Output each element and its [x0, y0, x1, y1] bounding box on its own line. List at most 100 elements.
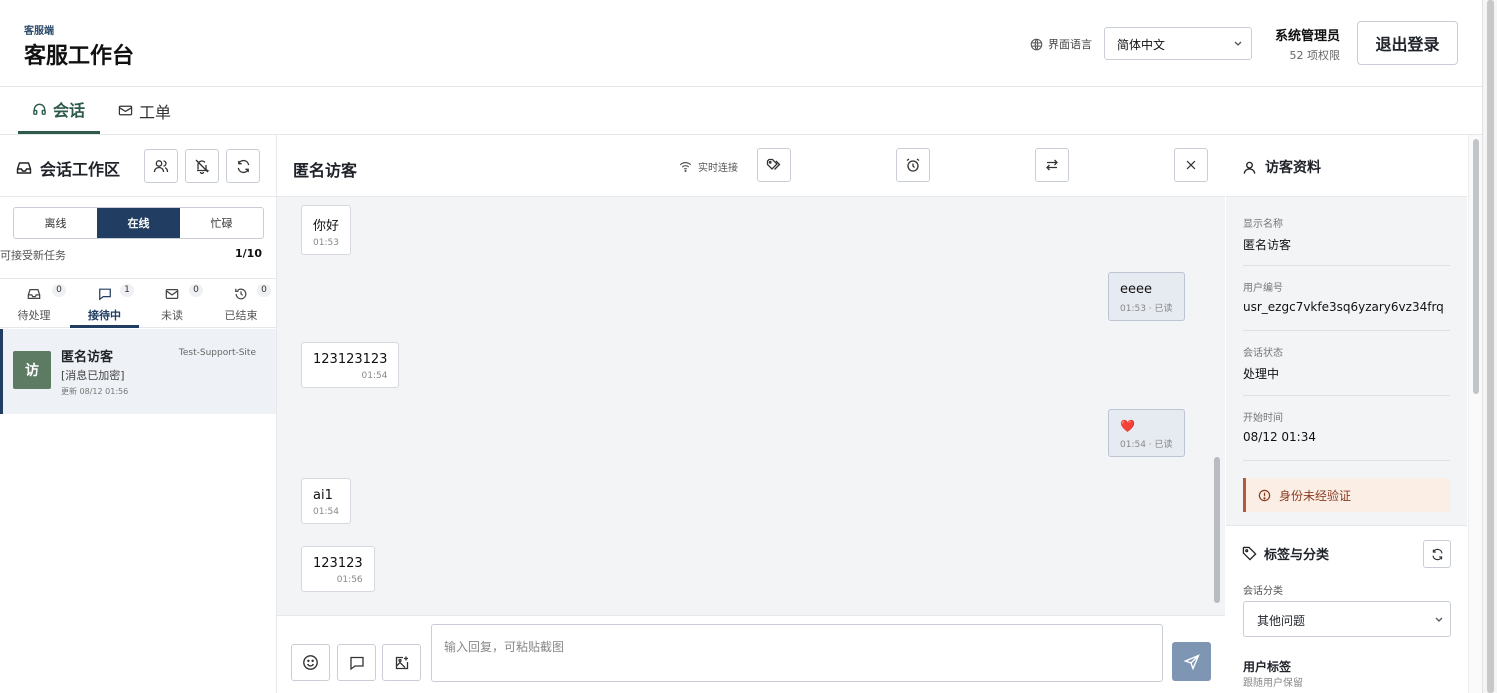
conversation-list-item[interactable]: 访 匿名访客 Test-Support-Site [消息已加密] 更新 08/1…	[0, 329, 276, 414]
status-busy[interactable]: 忙碌	[180, 208, 263, 238]
page-title: 客服工作台	[24, 44, 135, 69]
alarm-clock-icon	[905, 157, 921, 173]
smile-icon	[302, 654, 319, 671]
app-root: 客服端 客服工作台 界面语言 简体中文 系统管理员 52 项权限 退出登录 会话…	[0, 0, 1497, 693]
status-offline[interactable]: 离线	[14, 208, 97, 238]
refresh-tags-button[interactable]	[1423, 540, 1451, 568]
user-tags-subtitle: 跟随用户保留	[1243, 678, 1303, 689]
message-text: 你好	[313, 219, 340, 234]
page-scrollbar[interactable]	[1482, 0, 1497, 693]
language-label: 界面语言	[1048, 38, 1092, 51]
message-icon	[98, 287, 112, 301]
transfer-button[interactable]	[1035, 148, 1069, 182]
mute-notifications-button[interactable]	[185, 149, 219, 183]
count-badge: 1	[120, 284, 134, 297]
refresh-icon	[1431, 548, 1444, 561]
filter-tab-label: 待处理	[17, 309, 51, 322]
sidebar-title: 会话工作区	[16, 156, 120, 180]
visitor-profile-panel: 访客资料 显示名称 匿名访客 用户编号 usr_ezgc7vkfe3sq6yza…	[1226, 135, 1467, 693]
visitor-info: 显示名称 匿名访客 用户编号 usr_ezgc7vkfe3sq6yzary6vz…	[1226, 197, 1467, 525]
reply-input[interactable]: 输入回复，可粘贴截图	[431, 624, 1163, 682]
user-icon	[1242, 160, 1257, 175]
visitor-title: 访客资料	[1242, 157, 1321, 177]
language-select[interactable]: 简体中文	[1104, 27, 1252, 60]
field-label: 会话状态	[1243, 348, 1283, 359]
bell-off-icon	[194, 158, 210, 174]
conversation-preview: [消息已加密]	[61, 369, 125, 382]
message-time: 01:56	[336, 575, 363, 585]
logout-button[interactable]: 退出登录	[1357, 21, 1458, 65]
reminder-button[interactable]	[896, 148, 930, 182]
chevron-down-icon	[1233, 38, 1243, 48]
tag-button[interactable]	[757, 148, 791, 182]
tags-section: 标签与分类 会话分类 其他问题 用户标签 跟随用户保留	[1226, 525, 1467, 693]
count-badge: 0	[257, 284, 271, 297]
conversation-sidebar: 会话工作区 离线 在线 忙碌 可接受新任务 1/10 0 待处理 1 接待中 0…	[0, 135, 277, 693]
filter-tab-label: 已结束	[224, 309, 258, 322]
inbox-icon	[16, 160, 32, 176]
ticket-icon	[118, 103, 133, 118]
profile-scrollbar[interactable]	[1468, 135, 1482, 693]
language-value: 简体中文	[1117, 38, 1166, 52]
status-online[interactable]: 在线	[97, 208, 180, 238]
field-value: usr_ezgc7vkfe3sq6yzary6vz34frq	[1243, 300, 1444, 314]
message-time: 01:53 · 已读	[1120, 304, 1173, 314]
field-start-time: 开始时间 08/12 01:34	[1243, 409, 1450, 461]
assign-users-button[interactable]	[144, 149, 178, 183]
quick-reply-button[interactable]	[337, 644, 376, 681]
field-label: 显示名称	[1243, 219, 1283, 230]
close-icon	[1184, 158, 1198, 172]
admin-permissions: 52 项权限	[1289, 49, 1341, 62]
message-time: 01:53	[313, 238, 339, 248]
message-text: ai1	[313, 488, 333, 503]
scrollbar-thumb[interactable]	[1473, 139, 1479, 394]
live-connection-status: 实时连接	[679, 159, 738, 174]
message-text: 123123	[313, 556, 363, 571]
alert-circle-icon	[1258, 489, 1271, 502]
emoji-button[interactable]	[291, 644, 330, 681]
refresh-button[interactable]	[226, 149, 260, 183]
image-upload-button[interactable]	[382, 644, 421, 681]
message-bubble-own: eeee 01:53 · 已读	[1108, 272, 1185, 321]
swap-icon	[1044, 157, 1060, 173]
admin-name: 系统管理员	[1274, 29, 1340, 44]
category-select[interactable]: 其他问题	[1243, 601, 1451, 637]
filter-tab-active[interactable]: 1 接待中	[70, 279, 139, 328]
count-badge: 0	[189, 284, 203, 297]
message-scrollbar[interactable]	[1214, 457, 1220, 603]
tab-tickets[interactable]: 工单	[118, 87, 171, 134]
sidebar-header: 会话工作区	[0, 135, 276, 197]
users-icon	[153, 158, 169, 174]
live-label: 实时连接	[698, 163, 738, 174]
language-label-group: 界面语言	[1030, 36, 1092, 52]
tab-conversations[interactable]: 会话	[18, 87, 100, 134]
sidebar-title-text: 会话工作区	[40, 160, 121, 179]
top-header: 客服端 客服工作台 界面语言 简体中文 系统管理员 52 项权限 退出登录	[0, 0, 1482, 87]
tag-icon	[1242, 546, 1257, 561]
wifi-icon	[679, 160, 692, 173]
filter-tab-label: 未读	[161, 309, 183, 322]
scrollbar-thumb[interactable]	[1487, 0, 1494, 693]
send-button[interactable]	[1172, 642, 1211, 681]
globe-icon	[1030, 38, 1043, 51]
image-plus-icon	[394, 655, 410, 671]
message-list: 你好 01:53 eeee 01:53 · 已读 123123123 01:54…	[277, 197, 1225, 615]
avatar: 访	[13, 351, 51, 389]
filter-tab-unread[interactable]: 0 未读	[142, 279, 203, 328]
user-tags-title: 用户标签	[1243, 660, 1292, 674]
history-icon	[234, 287, 248, 301]
agent-status-segment: 离线 在线 忙碌	[13, 207, 264, 239]
message-bubble: 你好 01:53	[301, 205, 352, 255]
close-conversation-button[interactable]	[1174, 148, 1208, 182]
field-session-status: 会话状态 处理中	[1243, 344, 1450, 396]
message-bubble: 123123 01:56	[301, 546, 375, 592]
message-bubble-own: ❤️ 01:54 · 已读	[1108, 409, 1185, 457]
field-value: 08/12 01:34	[1243, 430, 1316, 444]
filter-tab-label: 接待中	[88, 309, 121, 322]
filter-tab-pending[interactable]: 0 待处理	[4, 279, 66, 328]
main-tabs: 会话 工单	[0, 87, 1482, 135]
tags-title: 标签与分类	[1242, 544, 1329, 563]
chat-header: 匿名访客 实时连接	[277, 135, 1225, 197]
filter-tab-closed[interactable]: 0 已结束	[211, 279, 271, 328]
field-display-name: 显示名称 匿名访客	[1243, 215, 1450, 266]
